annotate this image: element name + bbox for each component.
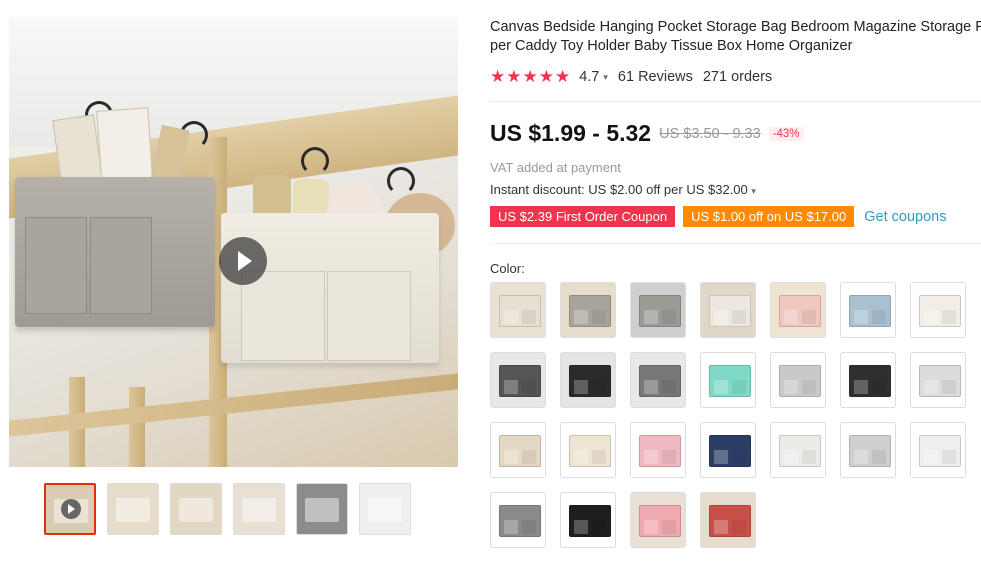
product-title-line: per Caddy Toy Holder Baby Tissue Box Hom… <box>490 38 853 54</box>
bag-pocket <box>90 217 152 314</box>
current-price: US $1.99 - 5.32 <box>490 120 652 146</box>
swatch-product-image <box>919 435 961 467</box>
price-row: US $1.99 - 5.32 US $3.50 - 9.33 -43% <box>490 120 804 147</box>
swatch-product-image <box>569 505 611 537</box>
swatch-product-image <box>709 505 751 537</box>
orders-count: 271 orders <box>702 69 773 85</box>
video-thumbnail[interactable] <box>44 483 96 535</box>
color-label: Color: <box>490 261 525 276</box>
rating-value[interactable]: 4.7 <box>579 69 599 85</box>
thumbnail-strip <box>44 483 411 537</box>
color-option-black-grid-bag[interactable] <box>560 352 616 408</box>
black-bag-thumbnail[interactable] <box>296 483 348 535</box>
bed-post <box>129 387 145 467</box>
rating-row: ★★★★★ 4.7 ▾ 61 Reviews 271 orders <box>490 67 772 87</box>
instant-discount[interactable]: Instant discount: US $2.00 off per US $3… <box>490 182 756 197</box>
divider <box>490 101 981 102</box>
color-option-pink-bag-on-rail[interactable] <box>630 492 686 548</box>
color-option-gray-plaid-bag[interactable] <box>490 492 546 548</box>
swatch-product-image <box>569 365 611 397</box>
hanging-bag-thumbnail[interactable] <box>233 483 285 535</box>
product-title-line: Canvas Bedside Hanging Pocket Storage Ba… <box>490 19 981 35</box>
color-option-gray-print-bag[interactable] <box>770 352 826 408</box>
swatch-product-image <box>849 365 891 397</box>
color-option-mint-bag[interactable] <box>700 352 756 408</box>
color-option-printed-bag-on-rail[interactable] <box>700 282 756 338</box>
chevron-down-icon[interactable]: ▾ <box>603 72 608 83</box>
swatch-product-image <box>779 435 821 467</box>
swatch-product-image <box>709 365 751 397</box>
bag-pocket <box>327 271 411 361</box>
swatch-product-image <box>849 435 891 467</box>
swatch-product-image <box>849 295 891 327</box>
white-storage-bag <box>221 213 439 363</box>
swatch-product-image <box>709 295 751 327</box>
color-option-blue-bag[interactable] <box>840 282 896 338</box>
divider <box>490 243 981 244</box>
swatch-product-image <box>639 295 681 327</box>
swatch-product-image <box>569 435 611 467</box>
main-product-image[interactable] <box>9 17 458 467</box>
multi-bags-thumbnail[interactable] <box>170 483 222 535</box>
instant-discount-text: Instant discount: US $2.00 off per US $3… <box>490 182 748 197</box>
color-option-beige-diagram-bag[interactable] <box>490 422 546 478</box>
color-option-white-print-bag[interactable] <box>910 282 966 338</box>
gray-storage-bag <box>15 177 215 327</box>
swatch-product-image <box>639 365 681 397</box>
thumbnail-product <box>116 498 150 522</box>
color-option-beige-bag-on-bed[interactable] <box>490 282 546 338</box>
color-option-pink-bag[interactable] <box>630 422 686 478</box>
swatch-product-image <box>919 365 961 397</box>
swatch-product-image <box>709 435 751 467</box>
color-option-pink-bag-on-bed[interactable] <box>770 282 826 338</box>
swatch-product-image <box>499 505 541 537</box>
swatch-product-image <box>499 435 541 467</box>
color-option-black-pattern-bag[interactable] <box>840 352 896 408</box>
bag-pocket <box>25 217 87 314</box>
color-option-grid-white-bag[interactable] <box>910 422 966 478</box>
gray-bag-thumbnail[interactable] <box>359 483 411 535</box>
swatch-product-image <box>499 365 541 397</box>
swatch-product-image <box>919 295 961 327</box>
first-order-coupon[interactable]: US $2.39 First Order Coupon <box>490 206 676 227</box>
color-option-light-gray-bag[interactable] <box>840 422 896 478</box>
color-option-red-bag-on-rail[interactable] <box>700 492 756 548</box>
color-option-navy-bag[interactable] <box>700 422 756 478</box>
play-icon <box>61 499 81 519</box>
color-option-cream-print-bag[interactable] <box>560 422 616 478</box>
bed-bags-thumbnail[interactable] <box>107 483 159 535</box>
thumbnail-product <box>368 498 402 522</box>
bag-pocket <box>241 271 325 361</box>
product-title: Canvas Bedside Hanging Pocket Storage Ba… <box>490 18 981 56</box>
hook-icon <box>301 147 329 175</box>
thumbnail-product <box>305 498 339 522</box>
coupon-row: US $2.39 First Order Coupon US $1.00 off… <box>490 206 946 227</box>
swatch-product-image <box>569 295 611 327</box>
swatch-product-image <box>779 365 821 397</box>
color-option-gray-bag-on-rail[interactable] <box>630 282 686 338</box>
get-coupons-link[interactable]: Get coupons <box>864 209 946 225</box>
discount-badge: -43% <box>768 126 804 141</box>
chevron-down-icon: ▾ <box>751 186 756 196</box>
original-price: US $3.50 - 9.33 <box>659 125 761 142</box>
thumbnail-product <box>179 498 213 522</box>
swatch-product-image <box>639 435 681 467</box>
thumbnail-product <box>242 498 276 522</box>
hook-icon <box>387 167 415 195</box>
swatch-product-image <box>499 295 541 327</box>
color-option-white-pattern-bag[interactable] <box>910 352 966 408</box>
color-option-black-plaid-bag[interactable] <box>560 492 616 548</box>
swatch-product-image <box>779 295 821 327</box>
color-option-gray-bag-on-bed[interactable] <box>560 282 616 338</box>
color-option-checkered-bag-b[interactable] <box>630 352 686 408</box>
star-rating-icon: ★★★★★ <box>490 67 572 86</box>
vat-note: VAT added at payment <box>490 160 621 175</box>
color-option-white-bag[interactable] <box>770 422 826 478</box>
color-option-checkered-bag-a[interactable] <box>490 352 546 408</box>
play-video-button[interactable] <box>219 237 267 285</box>
reviews-link[interactable]: 61 Reviews <box>618 69 693 85</box>
store-coupon[interactable]: US $1.00 off on US $17.00 <box>683 206 855 227</box>
swatch-product-image <box>639 505 681 537</box>
